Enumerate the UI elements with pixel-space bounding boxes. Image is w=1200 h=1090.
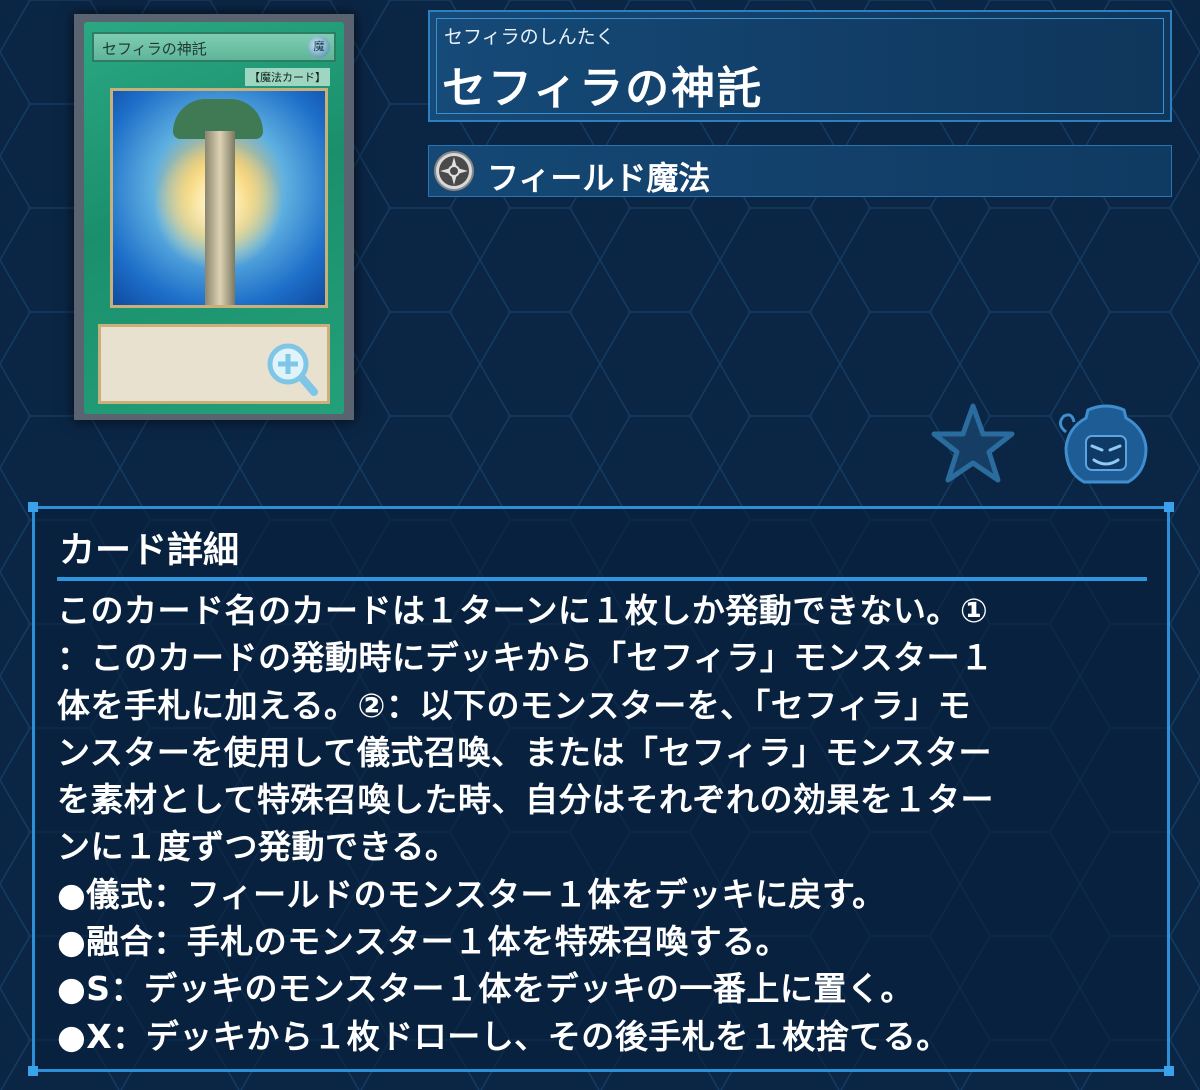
effect-line: ●X：デッキから１枚ドローし、その後手札を１枚捨てる。 [57,1016,950,1056]
card-title-panel: セフィラのしんたく セフィラの神託 [428,10,1172,122]
field-spell-icon [434,151,474,191]
effect-line: ●儀式：フィールドのモンスター１体をデッキに戻す。 [57,874,886,914]
card-title: セフィラの神託 [442,63,764,114]
effect-line: 体を手札に加える。②：以下のモンスターを、「セフィラ」モ [57,685,972,725]
effect-line: ンに１度ずつ発動できる。 [57,827,459,867]
effect-line: ●S：デッキのモンスター１体をデッキの一番上に置く。 [57,969,914,1009]
card-face-type: 【魔法カード】 [245,68,330,86]
card-face-name-box: セフィラの神託 魔 [92,32,336,62]
card-face-name: セフィラの神託 [102,40,207,58]
heading-divider [57,577,1147,581]
star-icon[interactable] [930,402,1016,484]
card-title-ruby: セフィラのしんたく [444,26,615,48]
effect-line: ：このカードの発動時にデッキから「セフィラ」モンスター１ [57,638,994,678]
card-detail-panel: カード詳細 このカード名のカードは１ターンに１枚しか発動できない。① ：このカー… [28,502,1174,1076]
effect-line: ンスターを使用して儀式召喚、または「セフィラ」モンスター [57,732,993,772]
pot-of-greed-icon[interactable] [1058,402,1154,488]
effect-line: を素材として特殊召喚した時、自分はそれぞれの効果を１ター [57,780,995,820]
card-attribute-icon: 魔 [308,36,330,58]
zoom-in-icon[interactable] [264,340,320,400]
card-artwork [110,88,328,308]
card-detail-heading: カード詳細 [59,530,240,571]
card-type-panel: フィールド魔法 [428,145,1172,197]
effect-line: このカード名のカードは１ターンに１枚しか発動できない。① [57,591,989,630]
card-effect-text: このカード名のカードは１ターンに１枚しか発動できない。① ：このカードの発動時に… [57,587,1147,1060]
effect-line: ●融合：手札のモンスター１体を特殊召喚する。 [57,922,790,962]
card-image: セフィラの神託 魔 【魔法カード】 [74,14,354,420]
card-type-label: フィールド魔法 [487,159,711,197]
